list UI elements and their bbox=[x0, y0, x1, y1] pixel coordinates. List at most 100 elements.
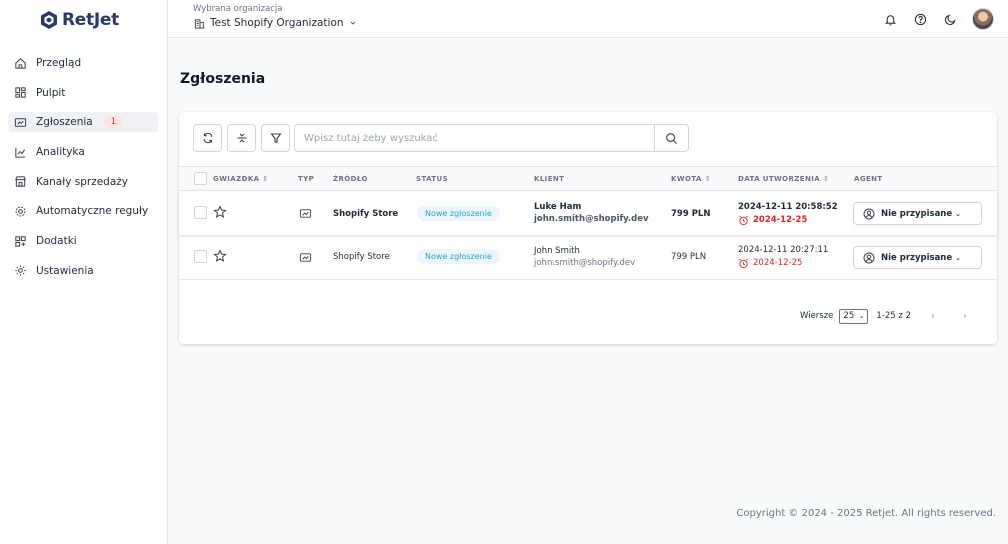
topbar: Wybrana organizacja Test Shopify Organiz… bbox=[168, 0, 1008, 38]
sidebar-nav: Przegląd Pulpit Zgłoszenia 1 Analityka K… bbox=[8, 53, 158, 291]
sidebar-item-label: Kanały sprzedaży bbox=[36, 175, 129, 188]
tickets-count-badge: 1 bbox=[103, 116, 124, 129]
rows-per-page-label: Wiersze bbox=[799, 311, 834, 321]
alarm-clock-icon bbox=[739, 258, 748, 269]
sidebar-item-label: Ustawienia bbox=[36, 264, 94, 277]
refresh-icon bbox=[202, 132, 213, 144]
row-source: Shopify Store bbox=[333, 209, 399, 219]
table-row[interactable]: Shopify Store Nowe zgłoszenie John Smith… bbox=[179, 237, 997, 280]
row-amount: 799 PLN bbox=[671, 252, 707, 262]
settings-icon bbox=[14, 264, 27, 277]
column-header-type: TYP bbox=[298, 175, 315, 183]
row-checkbox[interactable] bbox=[194, 206, 207, 219]
alarm-clock-icon bbox=[739, 215, 748, 226]
column-header-label: GWIAZDKA bbox=[213, 175, 260, 183]
sidebar-item-label: Zgłoszenia bbox=[36, 116, 93, 129]
app-name: RetJet bbox=[62, 10, 119, 30]
sidebar-item-automatyczne-reguly[interactable]: Automatyczne reguły bbox=[8, 201, 158, 221]
status-badge: Nowe zgłoszenie bbox=[417, 206, 500, 221]
footer-copyright: Copyright © 2024 - 2025 Retjet. All righ… bbox=[736, 508, 996, 519]
sidebar-item-pulpit[interactable]: Pulpit bbox=[8, 83, 158, 103]
dashboard-icon bbox=[14, 86, 27, 99]
user-avatar[interactable] bbox=[972, 8, 994, 30]
row-client: Luke Ham john.smith@shopify.dev bbox=[534, 201, 649, 225]
search-button[interactable] bbox=[654, 125, 688, 151]
row-checkbox[interactable] bbox=[194, 250, 207, 263]
column-header-source: ŹRÓDŁO bbox=[333, 175, 368, 183]
select-all-checkbox[interactable] bbox=[194, 172, 207, 185]
ticket-type-icon bbox=[299, 253, 312, 262]
column-header-star[interactable]: GWIAZDKA ⇕ bbox=[213, 175, 269, 183]
building-icon bbox=[194, 18, 205, 29]
rows-per-page-select[interactable]: 25 ⌄ bbox=[839, 308, 869, 324]
sidebar-item-analityka[interactable]: Analityka bbox=[8, 142, 158, 162]
column-header-agent: AGENT bbox=[854, 175, 883, 183]
prev-page-button[interactable]: ‹ bbox=[923, 308, 943, 324]
org-name: Test Shopify Organization bbox=[210, 17, 344, 29]
org-selector[interactable]: Test Shopify Organization bbox=[194, 17, 357, 29]
next-page-button[interactable]: › bbox=[955, 308, 975, 324]
due-date: 2024-12-25 bbox=[738, 257, 828, 270]
user-circle-icon bbox=[863, 208, 875, 219]
ticket-type-icon bbox=[299, 209, 312, 218]
due-date-value: 2024-12-25 bbox=[753, 215, 808, 225]
client-name: John Smith bbox=[534, 246, 580, 256]
row-created: 2024-12-11 20:27:11 2024-12-25 bbox=[738, 244, 828, 270]
column-header-created[interactable]: DATA UTWORZENIA ⇕ bbox=[738, 175, 829, 183]
sort-icon: ⇕ bbox=[262, 175, 269, 183]
sort-icon: ⇕ bbox=[823, 175, 830, 183]
sidebar-item-kanaly-sprzedazy[interactable]: Kanały sprzedaży bbox=[8, 172, 158, 192]
sidebar-item-zgloszenia[interactable]: Zgłoszenia 1 bbox=[8, 112, 158, 133]
tickets-card: GWIAZDKA⇕ TYP ŹRÓDŁO STATUS KLIENT KWOTA… bbox=[179, 112, 997, 344]
bell-icon[interactable] bbox=[882, 11, 898, 27]
column-header-client: KLIENT bbox=[534, 175, 565, 183]
sidebar-item-przeglad[interactable]: Przegląd bbox=[8, 53, 158, 73]
sidebar-item-label: Automatyczne reguły bbox=[36, 205, 149, 218]
sidebar-item-label: Analityka bbox=[36, 146, 85, 159]
filter-button[interactable] bbox=[261, 124, 290, 152]
table-row[interactable]: Shopify Store Nowe zgłoszenie Luke Ham j… bbox=[179, 192, 997, 236]
column-header-status: STATUS bbox=[416, 175, 449, 183]
column-header-amount[interactable]: KWOTA ⇕ bbox=[671, 175, 711, 183]
row-client: John Smith john.smith@shopify.dev bbox=[534, 245, 635, 269]
page-range: 1-25 z 2 bbox=[876, 311, 911, 321]
created-date: 2024-12-11 20:27:11 bbox=[738, 245, 829, 255]
sidebar: RetJet Przegląd Pulpit Zgłoszenia 1 Anal… bbox=[0, 0, 168, 544]
expand-collapse-button[interactable] bbox=[227, 124, 256, 152]
pagination: Wiersze 25 ⌄ 1-25 z 2 ‹ › bbox=[800, 308, 975, 324]
sidebar-item-ustawienia[interactable]: Ustawienia bbox=[8, 261, 158, 281]
sidebar-item-dodatki[interactable]: Dodatki bbox=[8, 231, 158, 251]
home-icon bbox=[14, 57, 27, 70]
star-icon[interactable] bbox=[213, 205, 227, 219]
automation-gear-icon bbox=[14, 205, 27, 218]
store-icon bbox=[14, 175, 27, 188]
chevron-left-icon: ‹ bbox=[931, 310, 935, 322]
addons-icon bbox=[14, 235, 27, 248]
agent-label: Nie przypisane bbox=[881, 208, 953, 219]
due-date: 2024-12-25 bbox=[738, 214, 838, 227]
help-icon[interactable] bbox=[912, 11, 928, 27]
due-date-value: 2024-12-25 bbox=[753, 258, 803, 268]
dark-mode-moon-icon[interactable] bbox=[942, 11, 958, 27]
star-icon[interactable] bbox=[213, 249, 227, 263]
table-header: GWIAZDKA ⇕ TYP ŹRÓDŁO STATUS KLIENT KWOTA… bbox=[179, 166, 997, 191]
logo[interactable]: RetJet bbox=[40, 8, 119, 32]
search-input[interactable] bbox=[295, 125, 654, 151]
sort-icon: ⇕ bbox=[704, 175, 712, 183]
page-title: Zgłoszenia bbox=[180, 71, 266, 87]
chevron-down-icon: ⌄ bbox=[858, 312, 865, 320]
retjet-logo-icon bbox=[41, 11, 57, 29]
row-created: 2024-12-11 20:58:52 2024-12-25 bbox=[738, 201, 838, 227]
tickets-icon bbox=[14, 116, 27, 129]
search-box bbox=[294, 124, 689, 152]
chevron-down-icon: ⌄ bbox=[955, 209, 962, 218]
agent-label: Nie przypisane bbox=[881, 252, 953, 263]
created-date: 2024-12-11 20:58:52 bbox=[738, 202, 838, 212]
org-label: Wybrana organizacja bbox=[193, 4, 283, 14]
assign-agent-button[interactable]: Nie przypisane ⌄ bbox=[853, 246, 982, 269]
refresh-button[interactable] bbox=[193, 124, 222, 152]
assign-agent-button[interactable]: Nie przypisane ⌄ bbox=[853, 202, 982, 225]
rows-per-page-value: 25 bbox=[843, 311, 855, 321]
chevron-right-icon: › bbox=[963, 310, 967, 322]
client-name: Luke Ham bbox=[534, 202, 582, 212]
